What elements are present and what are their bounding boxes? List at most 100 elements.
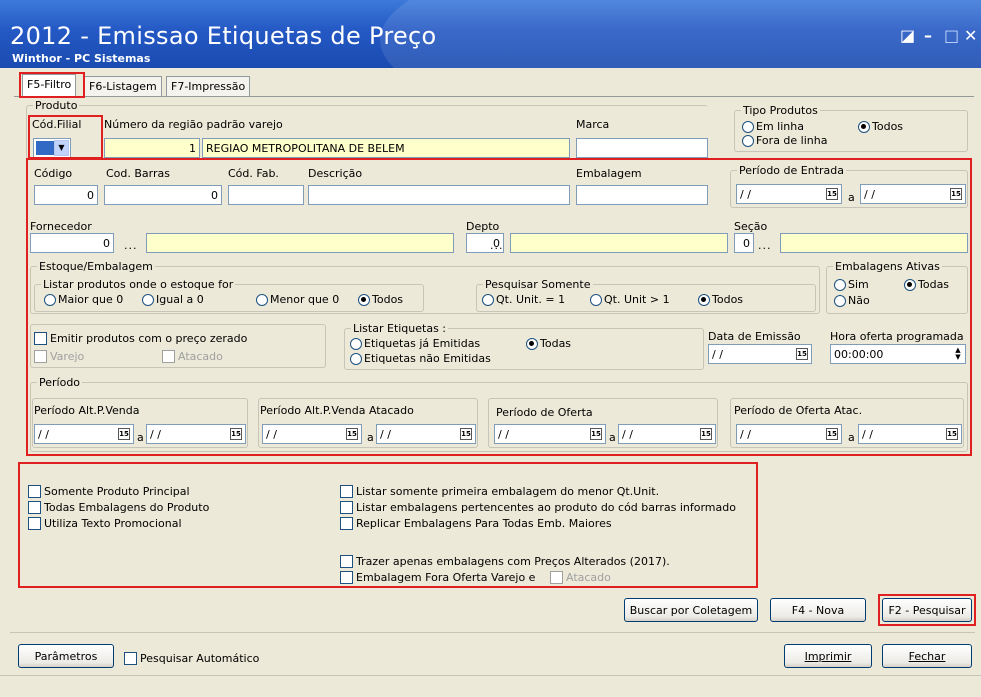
parametros-button[interactable]: Parâmetros bbox=[18, 644, 114, 668]
calendar-icon[interactable]: 15 bbox=[700, 428, 712, 440]
radio-etiquetas-nao[interactable]: Etiquetas não Emitidas bbox=[350, 352, 491, 365]
emitir-zerado-checkbox[interactable]: Emitir produtos com o preço zerado bbox=[34, 332, 247, 345]
primeira-embalagem-checkbox[interactable]: Listar somente primeira embalagem do men… bbox=[340, 485, 659, 498]
entrada-date-start-value: / / bbox=[740, 188, 751, 201]
nova-button[interactable]: F4 - Nova bbox=[770, 598, 866, 622]
radio-qt-unit-1[interactable]: Qt. Unit. = 1 bbox=[482, 293, 565, 306]
secao-search-button[interactable]: ... bbox=[758, 239, 772, 252]
oferta-atac-start[interactable]: / / 15 bbox=[736, 424, 842, 444]
radio-igual-a-0[interactable]: Igual a 0 bbox=[142, 293, 204, 306]
fora-oferta-varejo-checkbox[interactable]: Embalagem Fora Oferta Varejo e bbox=[340, 571, 535, 584]
imprimir-button[interactable]: Imprimir bbox=[784, 644, 872, 668]
calendar-icon[interactable]: 15 bbox=[950, 188, 962, 200]
data-emissao-value: / / bbox=[712, 348, 723, 361]
somente-principal-checkbox[interactable]: Somente Produto Principal bbox=[28, 485, 190, 498]
close-icon[interactable]: ✕ bbox=[964, 26, 977, 45]
entrada-date-end[interactable]: / / 15 bbox=[860, 184, 966, 204]
maximize-icon[interactable]: □ bbox=[944, 26, 959, 45]
todas-embalagens-checkbox[interactable]: Todas Embalagens do Produto bbox=[28, 501, 209, 514]
cod-filial-dropdown[interactable]: ▼ bbox=[33, 138, 71, 158]
hora-oferta-label: Hora oferta programada bbox=[830, 330, 964, 343]
radio-em-linha[interactable]: Em linha bbox=[742, 120, 804, 133]
alt-atacado-end[interactable]: / / 15 bbox=[376, 424, 476, 444]
oferta-atac-end[interactable]: / / 15 bbox=[858, 424, 962, 444]
oferta-end[interactable]: / / 15 bbox=[618, 424, 716, 444]
texto-promocional-checkbox[interactable]: Utiliza Texto Promocional bbox=[28, 517, 182, 530]
calendar-icon[interactable]: 15 bbox=[346, 428, 358, 440]
data-emissao-input[interactable]: / / 15 bbox=[708, 344, 812, 364]
alt-venda-end-value: / / bbox=[150, 428, 161, 441]
calendar-icon[interactable]: 15 bbox=[826, 428, 838, 440]
varejo-checkbox[interactable]: Varejo bbox=[34, 350, 84, 363]
listar-etiquetas-title: Listar Etiquetas : bbox=[351, 322, 449, 335]
pesquisar-automatico-checkbox[interactable]: Pesquisar Automático bbox=[124, 652, 259, 665]
alt-venda-start[interactable]: / / 15 bbox=[34, 424, 134, 444]
window-subtitle: Winthor - PC Sistemas bbox=[12, 52, 151, 65]
calendar-icon[interactable]: 15 bbox=[460, 428, 472, 440]
tab-listagem[interactable]: F6-Listagem bbox=[84, 76, 162, 96]
regiao-name-field: REGIAO METROPOLITANA DE BELEM bbox=[202, 138, 570, 158]
cod-fab-input[interactable] bbox=[228, 185, 304, 205]
fornecedor-input[interactable]: 0 bbox=[30, 233, 114, 253]
radio-qt-unit-gt1[interactable]: Qt. Unit > 1 bbox=[590, 293, 670, 306]
depto-search-button[interactable]: ... bbox=[490, 239, 504, 252]
embalagem-input[interactable] bbox=[576, 185, 708, 205]
calendar-icon[interactable]: 15 bbox=[230, 428, 242, 440]
cod-barras-label: Cod. Barras bbox=[106, 167, 170, 180]
regiao-number-input[interactable]: 1 bbox=[104, 138, 200, 158]
cod-barras-input[interactable]: 0 bbox=[104, 185, 222, 205]
periodo-entrada-title: Período de Entrada bbox=[737, 164, 846, 177]
secao-name-field bbox=[780, 233, 968, 253]
alt-venda-end[interactable]: / / 15 bbox=[146, 424, 246, 444]
buscar-coletagem-button[interactable]: Buscar por Coletagem bbox=[624, 598, 758, 622]
marca-input[interactable] bbox=[576, 138, 708, 158]
tab-impressao[interactable]: F7-Impressão bbox=[166, 76, 251, 96]
descricao-input[interactable] bbox=[308, 185, 570, 205]
replicar-embalagens-checkbox[interactable]: Replicar Embalagens Para Todas Emb. Maio… bbox=[340, 517, 612, 530]
date-sep: a bbox=[609, 431, 616, 444]
tab-divider bbox=[14, 96, 974, 97]
produto-group-title: Produto bbox=[33, 99, 80, 112]
calendar-icon[interactable]: 15 bbox=[118, 428, 130, 440]
restore-icon[interactable]: ◪ bbox=[900, 26, 915, 45]
fechar-button[interactable]: Fechar bbox=[882, 644, 972, 668]
calendar-icon[interactable]: 15 bbox=[590, 428, 602, 440]
radio-etiquetas-todas[interactable]: Todas bbox=[526, 337, 571, 350]
atacado-checkbox[interactable]: Atacado bbox=[162, 350, 223, 363]
alt-atacado-start[interactable]: / / 15 bbox=[262, 424, 362, 444]
tab-filtro[interactable]: F5-Filtro bbox=[22, 74, 77, 97]
fornecedor-search-button[interactable]: ... bbox=[124, 239, 138, 252]
radio-estoque-todos[interactable]: Todos bbox=[358, 293, 403, 306]
radio-maior-que-0[interactable]: Maior que 0 bbox=[44, 293, 123, 306]
secao-input[interactable]: 0 bbox=[734, 233, 754, 253]
minimize-icon[interactable]: – bbox=[924, 26, 932, 45]
hora-oferta-value: 00:00:00 bbox=[834, 348, 884, 361]
radio-emb-todas[interactable]: Todas bbox=[904, 278, 949, 291]
codigo-input[interactable]: 0 bbox=[34, 185, 98, 205]
radio-etiquetas-ja[interactable]: Etiquetas já Emitidas bbox=[350, 337, 480, 350]
oferta-atac-end-value: / / bbox=[862, 428, 873, 441]
radio-fora-linha[interactable]: Fora de linha bbox=[742, 134, 827, 147]
radio-emb-sim[interactable]: Sim bbox=[834, 278, 869, 291]
oferta-start-value: / / bbox=[498, 428, 509, 441]
periodo-alt-atacado-label: Período Alt.P.Venda Atacado bbox=[260, 404, 414, 417]
hora-oferta-input[interactable]: 00:00:00 ▲ ▼ bbox=[830, 344, 966, 364]
radio-menor-que-0[interactable]: Menor que 0 bbox=[256, 293, 339, 306]
entrada-date-end-value: / / bbox=[864, 188, 875, 201]
emb-cod-barras-checkbox[interactable]: Listar embalagens pertencentes ao produt… bbox=[340, 501, 736, 514]
trazer-alterados-checkbox[interactable]: Trazer apenas embalagens com Preços Alte… bbox=[340, 555, 670, 568]
calendar-icon[interactable]: 15 bbox=[826, 188, 838, 200]
radio-tipo-todos[interactable]: Todos bbox=[858, 120, 903, 133]
calendar-icon[interactable]: 15 bbox=[946, 428, 958, 440]
fora-oferta-atacado-checkbox[interactable]: Atacado bbox=[550, 571, 611, 584]
calendar-icon[interactable]: 15 bbox=[796, 348, 808, 360]
entrada-date-start[interactable]: / / 15 bbox=[736, 184, 842, 204]
estoque-group-title: Estoque/Embalagem bbox=[37, 260, 155, 273]
radio-pesq-todos[interactable]: Todos bbox=[698, 293, 743, 306]
oferta-end-value: / / bbox=[622, 428, 633, 441]
oferta-start[interactable]: / / 15 bbox=[494, 424, 606, 444]
pesquisar-button[interactable]: F2 - Pesquisar bbox=[882, 598, 972, 622]
radio-emb-nao[interactable]: Não bbox=[834, 294, 870, 307]
cod-fab-label: Cód. Fab. bbox=[228, 167, 279, 180]
spin-icon[interactable]: ▲ ▼ bbox=[953, 347, 963, 362]
